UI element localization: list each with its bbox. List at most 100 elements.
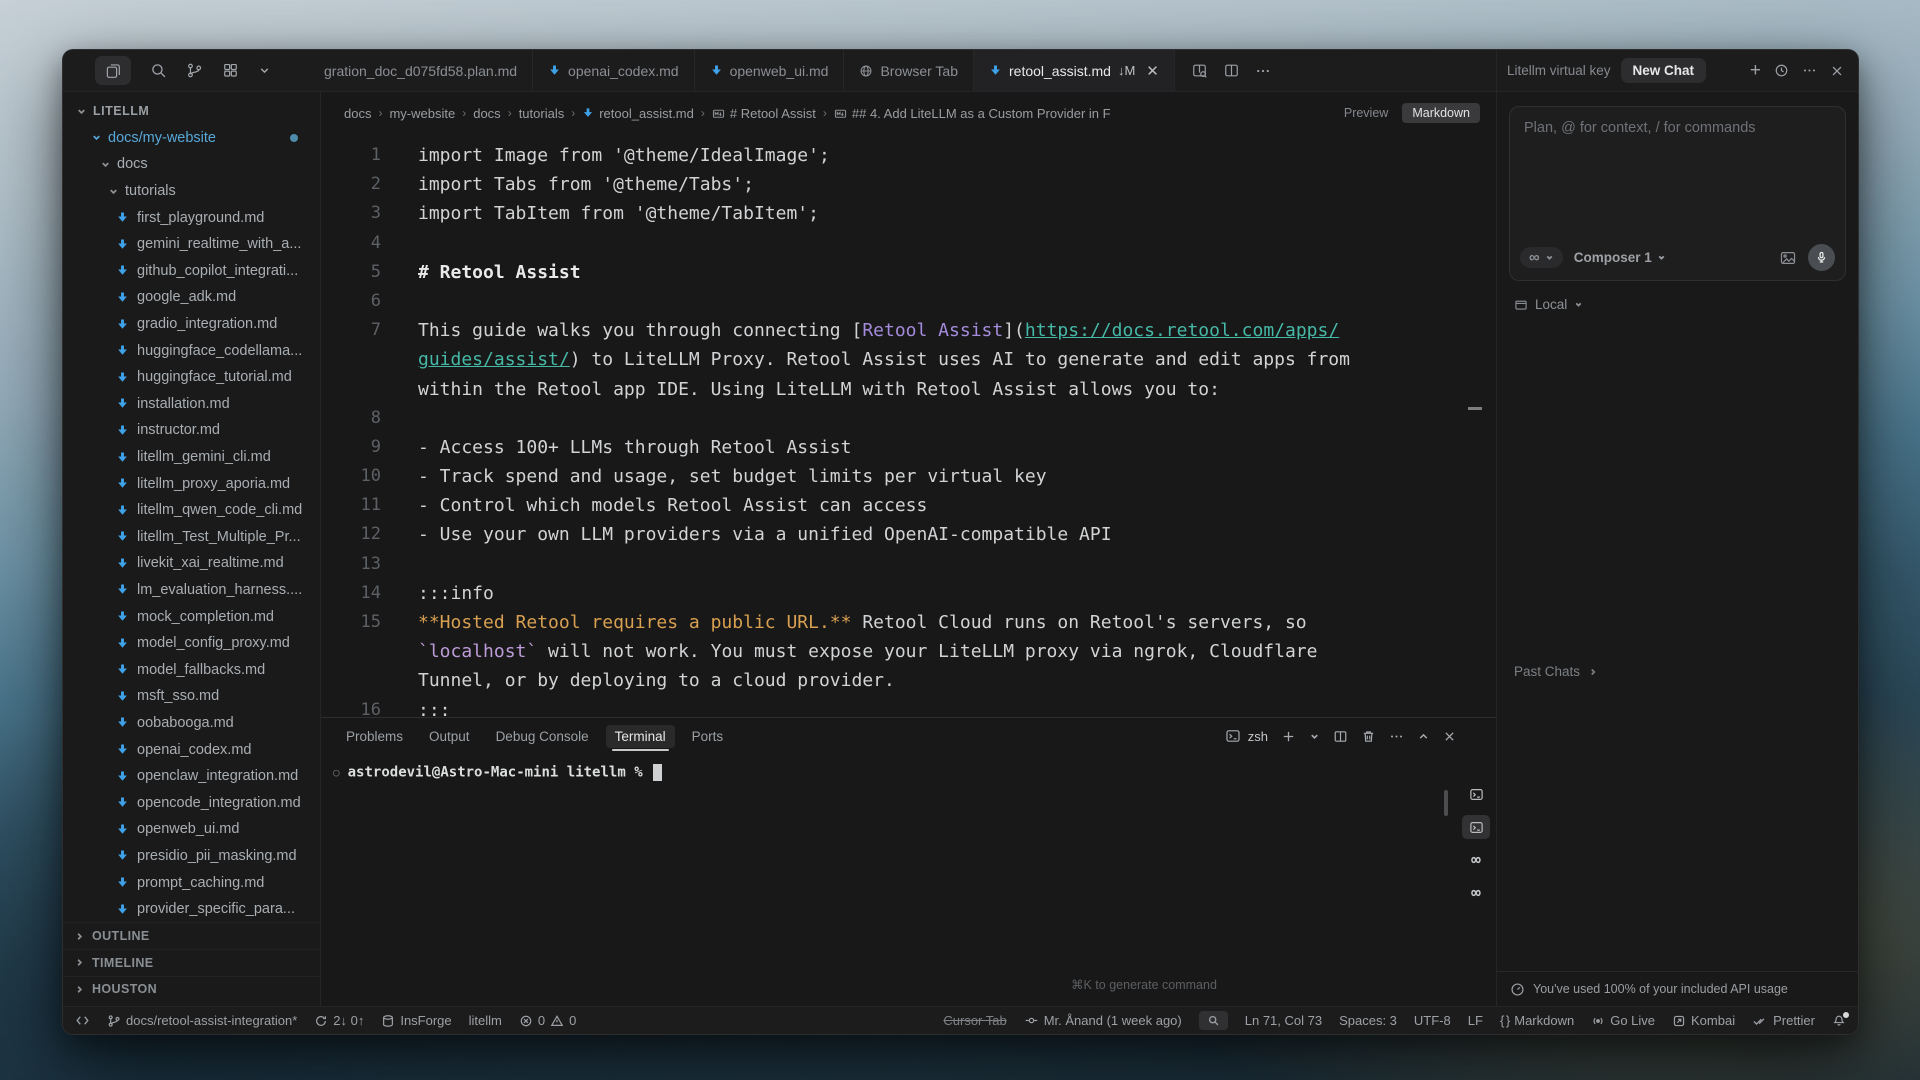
notifications-button[interactable] [1832,1014,1846,1028]
model-selector[interactable]: Composer 1 [1574,250,1666,265]
tree-item[interactable]: first_playground.md [63,204,320,231]
tree-item[interactable]: installation.md [63,391,320,418]
preview-label[interactable]: Preview [1344,106,1388,120]
folder-docs-my-website[interactable]: docs/my-website [63,125,320,152]
terminal-dropdown-icon[interactable] [1309,731,1320,742]
tree-item[interactable]: litellm_gemini_cli.md [63,444,320,471]
cursor-position[interactable]: Ln 71, Col 73 [1245,1013,1322,1028]
close-panel-icon[interactable] [1443,730,1456,743]
tree-item[interactable]: openclaw_integration.md [63,763,320,790]
attach-image-icon[interactable] [1779,249,1797,267]
tree-item[interactable]: model_fallbacks.md [63,656,320,683]
terminal-tab-terminal[interactable]: Terminal [606,725,675,748]
split-editor-search-icon[interactable] [1191,62,1208,79]
terminal-tab-problems[interactable]: Problems [346,725,403,748]
tree-item[interactable]: prompt_caching.md [63,869,320,896]
tab-browser[interactable]: Browser Tab [844,50,974,91]
split-editor-icon[interactable] [1223,62,1240,79]
tree-item[interactable]: litellm_Test_Multiple_Pr... [63,524,320,551]
tree-item[interactable]: litellm_proxy_aporia.md [63,470,320,497]
project-name[interactable]: litellm [469,1013,502,1028]
tree-item[interactable]: google_adk.md [63,284,320,311]
extensions-icon[interactable] [222,62,239,79]
terminal-tab-ports[interactable]: Ports [692,725,724,748]
history-icon[interactable] [1774,63,1789,78]
explorer-root-litellm[interactable]: LITELLM [63,98,320,125]
tree-item[interactable]: gemini_realtime_with_a... [63,231,320,258]
remote-indicator[interactable] [75,1013,90,1028]
section-outline[interactable]: OUTLINE [63,922,320,949]
tree-item[interactable]: mock_completion.md [63,603,320,630]
explorer-view-button[interactable] [95,56,131,85]
source-control-icon[interactable] [186,62,203,79]
more-actions-icon[interactable] [1255,63,1271,79]
voice-input-button[interactable] [1808,244,1835,271]
section-houston[interactable]: HOUSTON [63,976,320,1003]
kill-terminal-icon[interactable] [1361,729,1376,744]
insforge-extension[interactable]: InsForge [381,1013,451,1028]
close-panel-icon[interactable] [1830,64,1844,78]
terminal-tabs-scrollbar[interactable] [1444,790,1448,816]
go-live-button[interactable]: Go Live [1591,1013,1655,1028]
git-branch[interactable]: docs/retool-assist-integration* [107,1013,297,1028]
chat-input[interactable]: Plan, @ for context, / for commands ∞ Co… [1509,106,1846,281]
terminal-instance-2[interactable] [1462,815,1490,839]
tree-item[interactable]: openweb_ui.md [63,816,320,843]
git-blame[interactable]: Mr. Ånand (1 week ago) [1024,1013,1182,1028]
tab-openai-codex[interactable]: openai_codex.md [533,50,695,91]
tree-item[interactable]: litellm_qwen_code_cli.md [63,497,320,524]
new-terminal-icon[interactable] [1281,729,1296,744]
tree-item[interactable]: huggingface_tutorial.md [63,364,320,391]
eol-sequence[interactable]: LF [1468,1013,1483,1028]
breadcrumb-item-heading[interactable]: ## 4. Add LiteLLM as a Custom Provider i… [834,106,1111,121]
breadcrumb-item[interactable]: tutorials [519,106,565,121]
indentation[interactable]: Spaces: 3 [1339,1013,1397,1028]
tree-item[interactable]: instructor.md [63,417,320,444]
tree-item[interactable]: livekit_xai_realtime.md [63,550,320,577]
breadcrumb-item[interactable]: docs [344,106,371,121]
folder-tutorials[interactable]: tutorials [63,178,320,205]
tree-item[interactable]: github_copilot_integrati... [63,258,320,285]
kombai-button[interactable]: Kombai [1672,1013,1735,1028]
prettier-button[interactable]: Prettier [1752,1013,1815,1028]
environment-selector[interactable]: Local [1514,297,1858,312]
tree-item[interactable]: gradio_integration.md [63,311,320,338]
section-timeline[interactable]: TIMELINE [63,949,320,976]
add-chat-icon[interactable]: + [1750,61,1761,80]
tree-item[interactable]: oobabooga.md [63,710,320,737]
breadcrumb-item-file[interactable]: retool_assist.md [582,106,694,121]
tree-item[interactable]: opencode_integration.md [63,789,320,816]
breadcrumb-item[interactable]: my-website [389,106,455,121]
breadcrumb-item-heading[interactable]: # Retool Assist [712,106,816,121]
problems-indicator[interactable]: 0 0 [519,1013,576,1028]
encoding[interactable]: UTF-8 [1414,1013,1451,1028]
new-chat-tab[interactable]: New Chat [1621,58,1707,83]
tree-item[interactable]: presidio_pii_masking.md [63,843,320,870]
cursor-tab-toggle[interactable]: Cursor Tab [943,1013,1006,1028]
terminal-body[interactable]: ○ astrodevil@Astro-Mac-mini litellm % ⌘K… [321,754,1496,1006]
tree-item[interactable]: model_config_proxy.md [63,630,320,657]
close-icon[interactable]: ✕ [1146,62,1159,80]
folder-docs[interactable]: docs [63,151,320,178]
scrollbar-marker[interactable] [1468,407,1482,410]
maximize-panel-icon[interactable] [1417,730,1430,743]
editor[interactable]: 1 import Image from '@theme/IdealImage';… [321,134,1496,717]
agent-terminal-2[interactable]: ∞ [1462,881,1490,905]
tree-item[interactable]: openai_codex.md [63,736,320,763]
tab-gration-doc-plan[interactable]: gration_doc_d075fd58.plan.md [321,50,533,91]
search-status-button[interactable] [1199,1011,1228,1030]
language-mode[interactable]: { } Markdown [1500,1013,1574,1028]
agent-mode-selector[interactable]: ∞ [1520,247,1563,268]
split-terminal-icon[interactable] [1333,729,1348,744]
terminal-instance-1[interactable] [1462,782,1490,806]
tree-item[interactable]: msft_sso.md [63,683,320,710]
breadcrumb-item[interactable]: docs [473,106,500,121]
terminal-tab-debug-console[interactable]: Debug Console [496,725,589,748]
past-chats[interactable]: Past Chats [1514,664,1598,679]
terminal-tab-output[interactable]: Output [429,725,470,748]
tree-item[interactable]: lm_evaluation_harness.... [63,577,320,604]
search-icon[interactable] [150,62,167,79]
chat-tab-litellm-virtual-key[interactable]: Litellm virtual key [1507,63,1611,78]
sync-changes[interactable]: 2↓ 0↑ [314,1013,364,1028]
tab-retool-assist[interactable]: retool_assist.md ↓M ✕ [974,50,1175,91]
